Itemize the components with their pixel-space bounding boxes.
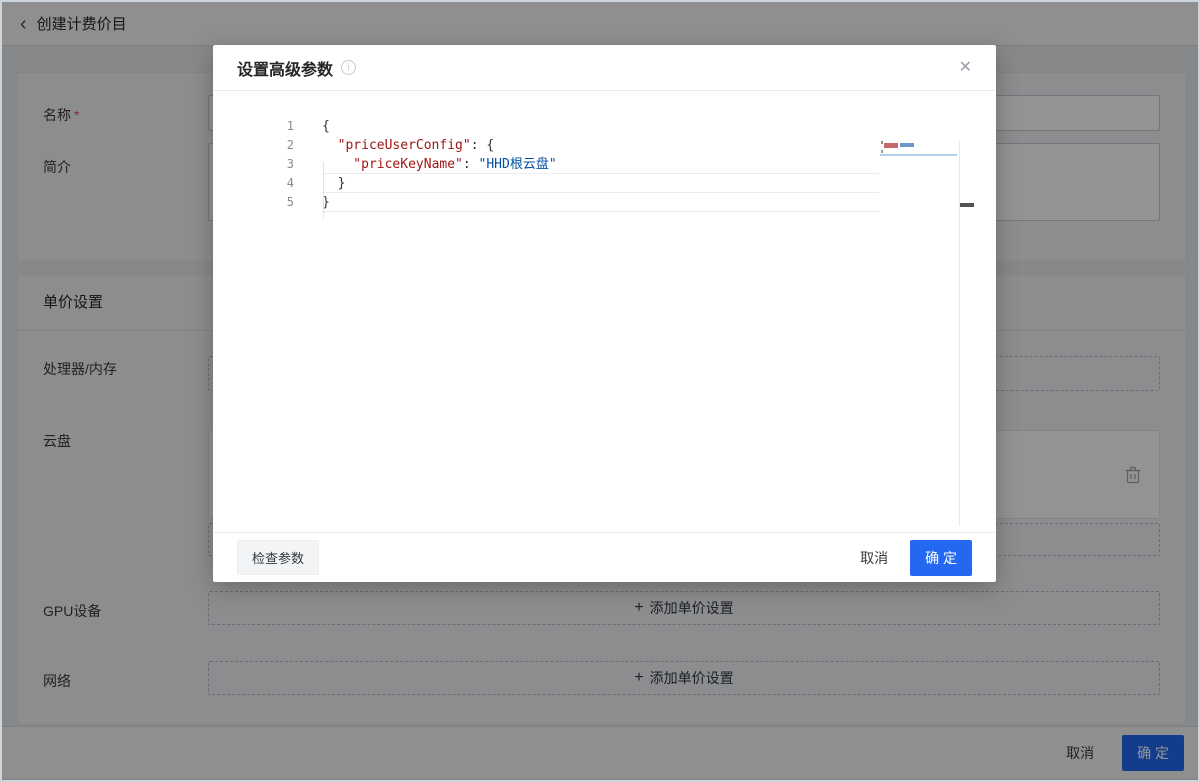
code-line[interactable]: 5 }	[213, 193, 996, 212]
indent-guide	[323, 162, 324, 219]
minimap-mark	[881, 150, 883, 153]
dialog-body: 1 { 2 "priceUserConfig": { 3 "priceKeyNa…	[213, 91, 996, 532]
minimap[interactable]	[881, 141, 959, 201]
info-icon: i	[341, 60, 356, 75]
code-token: : {	[471, 138, 494, 153]
line-number: 4	[213, 174, 294, 193]
code-token: }	[338, 176, 346, 191]
line-number: 5	[213, 193, 294, 212]
editor-scrollbar[interactable]	[959, 141, 960, 526]
close-icon[interactable]: ✕	[959, 60, 972, 76]
line-number: 1	[213, 117, 294, 136]
code-token: "HHD根云盘"	[479, 157, 557, 172]
dialog-title: 设置高级参数	[237, 56, 333, 80]
code-token: :	[463, 157, 479, 172]
code-token: {	[322, 119, 330, 134]
dialog-header: 设置高级参数 i ✕	[213, 45, 996, 91]
modal-cancel-button[interactable]: 取消	[860, 548, 888, 568]
code-token: "priceUserConfig"	[338, 138, 471, 153]
minimap-mark	[881, 141, 883, 144]
code-line[interactable]: 3 "priceKeyName": "HHD根云盘"	[213, 155, 996, 174]
line-number: 3	[213, 155, 294, 174]
code-line[interactable]: 2 "priceUserConfig": {	[213, 136, 996, 155]
code-token: "priceKeyName"	[353, 157, 463, 172]
minimap-mark	[900, 143, 914, 147]
minimap-mark	[884, 143, 898, 148]
code-editor[interactable]: 1 { 2 "priceUserConfig": { 3 "priceKeyNa…	[213, 117, 996, 532]
modal-ok-button[interactable]: 确 定	[910, 540, 972, 576]
code-line[interactable]: 1 {	[213, 117, 996, 136]
minimap-viewport-line	[880, 154, 957, 156]
check-params-button[interactable]: 检查参数	[237, 540, 319, 575]
dialog-footer: 检查参数 取消 确 定	[213, 532, 996, 582]
code-line[interactable]: 4 }	[213, 174, 996, 193]
overview-ruler-cursor-mark	[960, 203, 974, 207]
advanced-params-dialog: 设置高级参数 i ✕ 1 { 2 "priceUserConfig": { 3 …	[213, 45, 996, 582]
app-window: ‹ 创建计费价目 名称* 简介 单价设置 处理器/内存 + 添加单价设置 云盘	[0, 0, 1200, 782]
line-number: 2	[213, 136, 294, 155]
